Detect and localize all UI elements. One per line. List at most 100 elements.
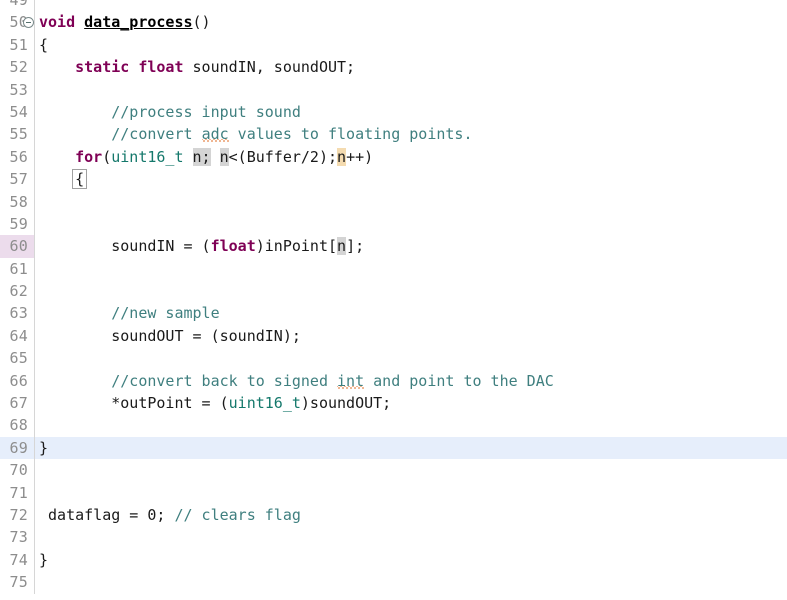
line-number[interactable]: 53 — [0, 79, 34, 101]
code-token: float — [210, 237, 256, 256]
code-line[interactable]: 49 — [0, 0, 787, 12]
code-text[interactable]: soundIN = (float)inPoint[n]; — [39, 235, 364, 257]
code-line[interactable]: 73 — [0, 526, 787, 549]
code-line[interactable]: 72 dataflag = 0; // clears flag — [0, 503, 787, 527]
line-number[interactable]: 60 — [0, 235, 34, 258]
gutter-separator — [34, 235, 35, 258]
line-number[interactable]: 72 — [0, 504, 34, 526]
code-text[interactable]: } — [39, 437, 48, 459]
code-line[interactable]: 56 for(uint16_t n; n<(Buffer/2);n++) — [0, 145, 787, 169]
code-token: } — [39, 550, 49, 569]
line-number[interactable]: 66 — [0, 370, 34, 392]
code-line[interactable]: 54 //process input sound — [0, 100, 787, 124]
code-line[interactable]: 55 //convert adc values to floating poin… — [0, 123, 787, 146]
code-line[interactable]: 50 void data_process() — [0, 11, 787, 34]
line-number[interactable]: 67 — [0, 392, 34, 414]
code-line[interactable]: 58 — [0, 190, 787, 213]
line-number[interactable]: 55 — [0, 123, 34, 145]
fold-collapse-icon[interactable] — [23, 16, 34, 28]
line-number[interactable]: 57 — [0, 168, 34, 190]
code-token: adc — [201, 125, 229, 144]
code-token: and point to the DAC — [364, 371, 554, 390]
line-number[interactable]: 54 — [0, 101, 34, 123]
code-text[interactable]: //convert back to signed int and point t… — [39, 370, 554, 392]
code-line[interactable]: 51 { — [0, 33, 787, 57]
code-text[interactable]: for(uint16_t n; n<(Buffer/2);n++) — [39, 146, 373, 168]
code-text[interactable]: } — [39, 549, 48, 571]
code-line[interactable]: 75 — [0, 571, 787, 594]
line-number[interactable]: 62 — [0, 280, 34, 302]
code-text[interactable]: soundOUT = (soundIN); — [39, 325, 301, 347]
code-text[interactable]: //new sample — [39, 302, 219, 324]
line-number[interactable]: 65 — [0, 347, 34, 369]
code-text[interactable]: static float soundIN, soundOUT; — [39, 56, 355, 78]
code-token: ( — [102, 147, 112, 166]
line-number[interactable]: 69 — [0, 437, 34, 459]
gutter-separator — [34, 11, 35, 34]
code-line[interactable]: 74} — [0, 548, 787, 572]
code-text[interactable]: dataflag = 0; // clears flag — [39, 504, 301, 526]
gutter-separator — [34, 78, 35, 101]
code-token: float — [138, 58, 184, 77]
code-token: int — [337, 371, 365, 390]
code-text[interactable]: { — [39, 34, 48, 56]
gutter-separator — [34, 33, 35, 57]
code-editor[interactable]: 49 50 void data_process() 51 {52 static floa… — [0, 0, 787, 600]
line-number[interactable]: 52 — [0, 56, 34, 78]
line-number[interactable]: 59 — [0, 213, 34, 235]
code-line[interactable]: 63 //new sample — [0, 302, 787, 325]
gutter-separator — [34, 123, 35, 146]
code-line[interactable]: 71 — [0, 481, 787, 504]
line-number[interactable]: 68 — [0, 414, 34, 436]
code-text[interactable]: //process input sound — [39, 101, 301, 123]
gutter-separator — [34, 0, 35, 12]
code-line[interactable]: 61 — [0, 257, 787, 281]
code-token: )soundOUT; — [300, 394, 392, 413]
line-number[interactable]: 61 — [0, 258, 34, 280]
line-number[interactable]: 70 — [0, 459, 34, 481]
line-number[interactable]: 75 — [0, 571, 34, 593]
code-line[interactable]: 69} — [0, 436, 787, 460]
code-line[interactable]: 67 *outPoint = (uint16_t)soundOUT; — [0, 392, 787, 415]
gutter-separator — [34, 436, 35, 460]
code-line[interactable]: 59 — [0, 212, 787, 236]
line-number[interactable]: 74 — [0, 549, 34, 571]
code-line[interactable]: 62 — [0, 280, 787, 303]
code-line[interactable]: 70 — [0, 459, 787, 482]
code-token: uint16_t — [111, 147, 184, 166]
gutter-separator — [34, 212, 35, 236]
line-number[interactable]: 56 — [0, 146, 34, 168]
line-number[interactable]: 49 — [0, 0, 34, 11]
code-line[interactable]: 64 soundOUT = (soundIN); — [0, 324, 787, 348]
code-text[interactable]: //convert adc values to floating points. — [39, 123, 472, 145]
code-token: <(Buffer/2); — [228, 147, 338, 166]
line-number[interactable]: 64 — [0, 325, 34, 347]
line-number[interactable]: 71 — [0, 482, 34, 504]
gutter-separator — [34, 168, 35, 191]
gutter-separator — [34, 100, 35, 124]
code-text[interactable]: void data_process() — [39, 11, 211, 33]
line-number[interactable]: 58 — [0, 191, 34, 213]
gutter-separator — [34, 481, 35, 504]
code-line[interactable]: 66 //convert back to signed int and poin… — [0, 369, 787, 393]
code-line[interactable]: 68 — [0, 414, 787, 437]
line-number[interactable]: 73 — [0, 526, 34, 548]
code-line[interactable]: 52 static float soundIN, soundOUT; — [0, 56, 787, 79]
code-text[interactable]: { — [39, 168, 88, 190]
gutter-separator — [34, 190, 35, 213]
code-line[interactable]: 53 — [0, 78, 787, 101]
code-line[interactable]: 65 — [0, 347, 787, 370]
line-number[interactable]: 51 — [0, 34, 34, 56]
code-token: dataflag = — [39, 505, 148, 524]
line-number[interactable]: 63 — [0, 302, 34, 324]
code-line[interactable]: 60 soundIN = (float)inPoint[n]; — [0, 235, 787, 258]
code-line[interactable]: 57 { — [0, 168, 787, 191]
gutter-separator — [34, 369, 35, 393]
code-token: n; — [192, 147, 211, 166]
code-text[interactable]: *outPoint = (uint16_t)soundOUT; — [39, 392, 391, 414]
